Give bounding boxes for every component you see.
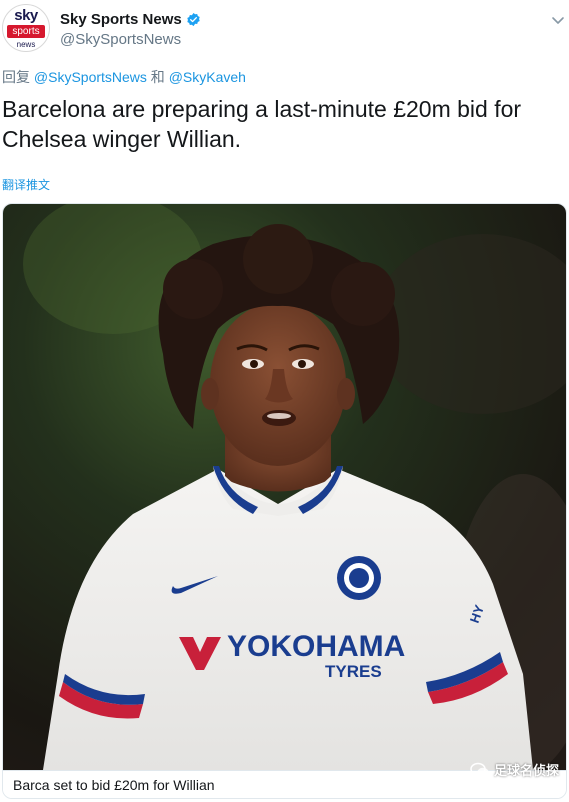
translate-tweet-link[interactable]: 翻译推文 xyxy=(2,176,50,193)
reply-prefix: 回复 xyxy=(2,69,34,85)
reply-connector: 和 xyxy=(146,69,169,85)
replying-to-line: 回复 @SkySportsNews 和 @SkyKaveh xyxy=(2,67,246,87)
wechat-icon xyxy=(470,762,489,776)
sponsor-text: YOKOHAMA xyxy=(227,630,405,663)
media-card[interactable]: YOKOHAMA TYRES HY Barca set to bid £20m … xyxy=(2,203,567,799)
watermark-text: 足球名侦探 xyxy=(493,763,559,778)
author-handle[interactable]: @SkySportsNews xyxy=(60,31,181,48)
mention-link-skysportsnews[interactable]: @SkySportsNews xyxy=(34,69,147,85)
avatar[interactable]: sky sports news xyxy=(2,4,50,52)
author-display-name[interactable]: Sky Sports News xyxy=(60,11,182,28)
avatar-logo-sports: sports xyxy=(7,25,45,38)
sponsor-subtext: TYRES xyxy=(325,662,382,681)
player-photo[interactable]: YOKOHAMA TYRES HY xyxy=(3,204,567,770)
verified-badge-icon xyxy=(187,12,200,27)
mention-link-skykaveh[interactable]: @SkyKaveh xyxy=(169,69,246,85)
author-name-row[interactable]: Sky Sports News xyxy=(60,11,201,28)
chevron-down-icon[interactable] xyxy=(550,12,566,28)
watermark: 足球名侦探 xyxy=(470,760,559,779)
tweet-text: Barcelona are preparing a last-minute £2… xyxy=(2,96,522,152)
avatar-logo-sky: sky xyxy=(14,7,38,24)
avatar-logo-news: news xyxy=(16,40,36,49)
